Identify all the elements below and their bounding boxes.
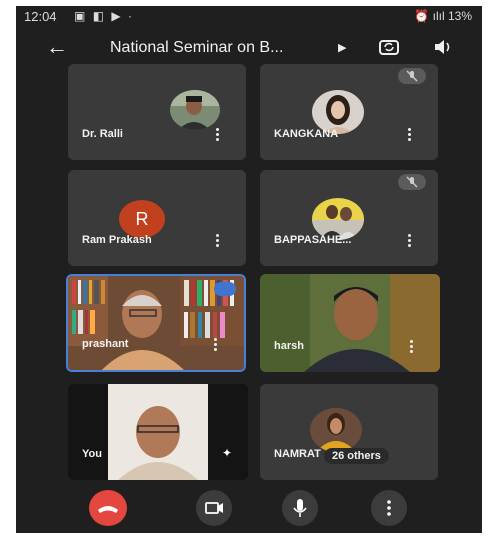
speaker-icon[interactable] xyxy=(432,37,454,57)
battery-percent: 13% xyxy=(447,9,472,23)
chevron-right-icon[interactable]: ▶ xyxy=(338,41,346,54)
gallery-icon: ▣ xyxy=(74,9,88,23)
participant-name: You xyxy=(82,448,102,460)
more-options-button[interactable] xyxy=(371,490,407,526)
status-time: 12:04 xyxy=(24,9,57,24)
more-vert-icon xyxy=(387,500,391,516)
back-arrow-icon[interactable]: ← xyxy=(46,34,68,60)
hang-up-icon xyxy=(98,506,118,513)
more-vert-icon[interactable] xyxy=(408,234,412,248)
self-video xyxy=(68,384,248,480)
youtube-icon: ▶ xyxy=(111,9,123,23)
participant-name: NAMRAT xyxy=(274,448,321,460)
more-vert-icon[interactable] xyxy=(408,128,412,142)
mic-off-icon xyxy=(398,68,426,84)
camera-button[interactable] xyxy=(196,490,232,526)
others-count[interactable]: 26 others xyxy=(324,448,389,464)
end-call-button[interactable] xyxy=(89,490,127,526)
signal-icon: ılıl xyxy=(432,9,445,23)
participant-tile[interactable]: harsh xyxy=(260,274,440,372)
participant-name: KANGKANA xyxy=(274,128,339,140)
microphone-button[interactable] xyxy=(282,490,318,526)
participant-name: Ram Prakash xyxy=(82,234,152,246)
participant-name: harsh xyxy=(274,340,304,352)
more-vert-icon[interactable] xyxy=(216,128,220,142)
participant-name: prashant xyxy=(82,338,129,350)
participant-tile-others[interactable]: NAMRAT 26 others xyxy=(260,384,438,480)
participant-tile-speaking[interactable]: prashant xyxy=(66,274,246,372)
avatar xyxy=(170,90,220,130)
more-vert-icon[interactable] xyxy=(216,234,220,248)
switch-camera-icon[interactable] xyxy=(378,37,400,57)
more-vert-icon[interactable] xyxy=(410,340,414,354)
video-camera-icon xyxy=(205,502,223,514)
participant-tile[interactable]: KANGKANA xyxy=(260,64,438,160)
app-bar: ← National Seminar on B... ▶ xyxy=(16,32,482,66)
avatar xyxy=(310,408,362,452)
avatar-initial: R xyxy=(119,200,165,238)
participant-tile[interactable]: Dr. Ralli xyxy=(68,64,246,160)
participant-tile[interactable]: BAPPASAHE... xyxy=(260,170,438,266)
participant-tile[interactable]: R Ram Prakash xyxy=(68,170,246,266)
microphone-icon xyxy=(293,499,307,517)
participant-video xyxy=(260,274,440,372)
effects-icon[interactable]: ✦ xyxy=(222,446,232,460)
more-vert-icon[interactable] xyxy=(214,338,218,352)
status-bar: 12:04 ▣ ◧ ▶ · ⏰ ılıl 13% xyxy=(16,6,482,28)
dot-icon: · xyxy=(127,9,134,23)
mic-off-icon xyxy=(398,174,426,190)
participant-name: Dr. Ralli xyxy=(82,128,123,140)
meeting-screen: 12:04 ▣ ◧ ▶ · ⏰ ılıl 13% ← National Semi… xyxy=(16,6,482,533)
participant-name: BAPPASAHE... xyxy=(274,234,352,246)
meeting-title[interactable]: National Seminar on B... xyxy=(110,39,283,57)
call-controls xyxy=(16,490,482,530)
ui-icon: ◧ xyxy=(92,9,107,23)
self-view-tile[interactable]: You ✦ xyxy=(68,384,248,480)
speaking-indicator-icon xyxy=(214,282,236,296)
status-right: ⏰ ılıl 13% xyxy=(414,9,472,23)
status-notification-icons: ▣ ◧ ▶ · xyxy=(74,9,134,23)
alarm-icon: ⏰ xyxy=(414,9,430,23)
